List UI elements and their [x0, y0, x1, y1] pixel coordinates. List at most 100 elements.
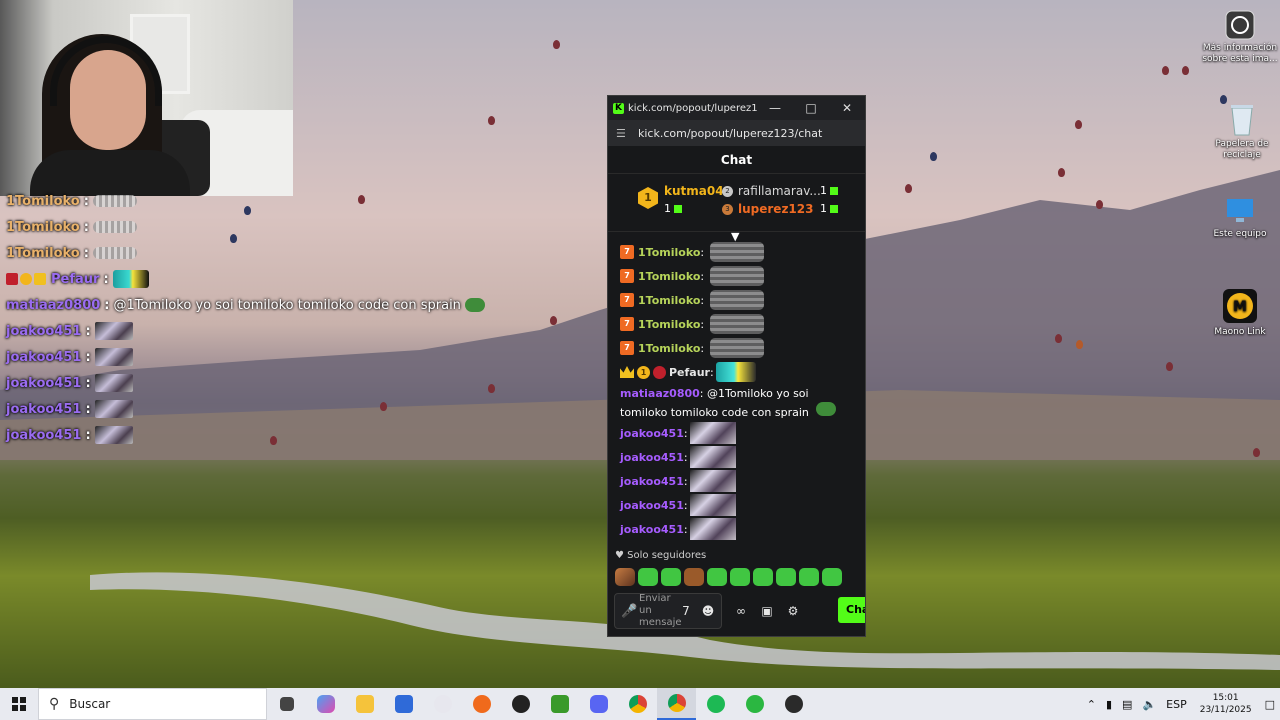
leaderboard-name[interactable]: rafillamarav... [738, 184, 821, 198]
app-icon[interactable] [462, 688, 501, 720]
address-bar[interactable]: ☰ kick.com/popout/luperez123/chat [608, 120, 865, 146]
minimize-icon[interactable]: — [757, 101, 793, 115]
network-icon[interactable]: ▤ [1117, 698, 1137, 711]
chat-message[interactable]: joakoo451 : [608, 493, 865, 517]
chat-username[interactable]: joakoo451 [620, 427, 684, 440]
balloon [488, 384, 495, 393]
chevron-up-icon[interactable]: ⌃ [1082, 698, 1101, 711]
kick-emotes-icon[interactable]: ∞ [728, 604, 754, 618]
desktop-icon-this-pc[interactable]: Este equipo [1200, 196, 1280, 240]
address-url[interactable]: kick.com/popout/luperez123/chat [638, 127, 822, 140]
send-chat-button[interactable]: Chat [838, 597, 865, 623]
emote-button[interactable] [661, 568, 681, 586]
rank-2-badge: 2 [722, 186, 733, 197]
emote-button[interactable] [799, 568, 819, 586]
search-placeholder[interactable]: Buscar [69, 697, 110, 711]
notifications-icon[interactable]: □ [1260, 698, 1280, 711]
chat-message[interactable]: 1 Pefaur : [608, 360, 865, 384]
badge-icon [6, 273, 18, 285]
whatsapp-icon[interactable] [735, 688, 774, 720]
balloon [553, 40, 560, 49]
chat-message[interactable]: 7 1Tomiloko : [608, 288, 865, 312]
maximize-icon[interactable]: □ [793, 101, 829, 115]
chat-input-placeholder[interactable]: Enviar un mensaje [639, 593, 682, 629]
balloon [488, 116, 495, 125]
chat-username[interactable]: 1Tomiloko [638, 318, 700, 331]
overlay-chat-row: 1Tomiloko : [6, 240, 486, 266]
chat-username[interactable]: joakoo451 [620, 499, 684, 512]
chat-message[interactable]: 7 1Tomiloko : [608, 264, 865, 288]
chat-username[interactable]: joakoo451 [620, 475, 684, 488]
word-icon[interactable] [423, 688, 462, 720]
crown-icon [620, 366, 634, 378]
discord-icon[interactable] [579, 688, 618, 720]
site-settings-icon[interactable]: ☰ [616, 127, 630, 140]
chat-username[interactable]: 1Tomiloko [638, 342, 700, 355]
kick-chat-popout-window[interactable]: K kick.com/popout/luperez12... — □ ✕ ☰ k… [607, 95, 866, 637]
7tv-emote-picker-icon[interactable]: 7 [675, 604, 697, 618]
taskbar-search[interactable]: ⚲ Buscar [38, 688, 267, 720]
chat-message[interactable]: matiaaz0800: @1Tomiloko yo soi tomiloko … [608, 384, 865, 421]
app-icon[interactable] [774, 688, 813, 720]
chat-username[interactable]: 1Tomiloko [638, 246, 700, 259]
chat-message[interactable]: 7 1Tomiloko : [608, 312, 865, 336]
chrome-active-icon[interactable] [657, 688, 696, 720]
desktop-icon-recycle-bin[interactable]: Papelera de reciclaje [1202, 102, 1280, 161]
file-explorer-icon[interactable] [345, 688, 384, 720]
copilot-icon[interactable] [306, 688, 345, 720]
leaderboard-name[interactable]: kutma04 [664, 184, 724, 198]
chat-username[interactable]: 1Tomiloko [638, 270, 700, 283]
chat-message[interactable]: joakoo451 : [608, 469, 865, 493]
chat-message-list[interactable]: 7 1Tomiloko : 7 1Tomiloko : 7 1Tomiloko … [608, 240, 865, 541]
emote-button[interactable] [707, 568, 727, 586]
balloon [1076, 340, 1083, 349]
pepe-emote [816, 402, 837, 416]
chat-input[interactable]: 🎤 Enviar un mensaje 7 ☻ [614, 593, 722, 629]
microphone-icon[interactable]: 🎤 [621, 604, 639, 619]
emote-button[interactable] [776, 568, 796, 586]
emoji-icon[interactable]: ☻ [697, 604, 719, 618]
chat-username[interactable]: 1Tomiloko [638, 294, 700, 307]
emote-button[interactable] [730, 568, 750, 586]
obs-icon[interactable] [501, 688, 540, 720]
microsoft-store-icon[interactable] [384, 688, 423, 720]
desktop-icon-image-info[interactable]: Más información sobre esta ima... [1200, 10, 1280, 65]
chat-colon: : [683, 426, 688, 440]
battery-icon[interactable]: ▮ [1101, 698, 1117, 711]
chat-message[interactable]: joakoo451 : [608, 517, 865, 541]
chat-username[interactable]: Pefaur [669, 366, 710, 379]
task-view-icon[interactable] [267, 688, 306, 720]
clock[interactable]: 15:01 23/11/2025 [1192, 692, 1260, 716]
emote-button[interactable] [753, 568, 773, 586]
volume-icon[interactable]: 🔈 [1137, 698, 1161, 711]
emote-button[interactable] [684, 568, 704, 586]
chat-username[interactable]: joakoo451 [620, 523, 684, 536]
recycle-bin-icon [1231, 105, 1253, 136]
chat-message[interactable]: joakoo451 : [608, 445, 865, 469]
emote-blur [710, 290, 765, 310]
emote-button[interactable] [822, 568, 842, 586]
badge-7tv-icon: 7 [620, 317, 634, 331]
desktop-icon-maono-link[interactable]: M Maono Link [1200, 288, 1280, 338]
chat-message[interactable]: 7 1Tomiloko : [608, 240, 865, 264]
close-icon[interactable]: ✕ [829, 101, 865, 115]
minecraft-icon[interactable] [540, 688, 579, 720]
spotify-icon[interactable] [696, 688, 735, 720]
start-button[interactable] [0, 688, 38, 720]
settings-icon[interactable]: ⚙ [780, 604, 806, 618]
chrome-icon[interactable] [618, 688, 657, 720]
chat-username[interactable]: joakoo451 [620, 451, 684, 464]
overlay-separator: : [85, 401, 91, 417]
badge-7tv-icon: 7 [620, 341, 634, 355]
chat-message[interactable]: 7 1Tomiloko : [608, 336, 865, 360]
leaderboard-name[interactable]: luperez123 [738, 202, 813, 216]
emote-button[interactable] [615, 568, 635, 586]
language-indicator[interactable]: ESP [1161, 698, 1192, 711]
store-icon[interactable]: ▣ [754, 604, 780, 618]
emote-button[interactable] [638, 568, 658, 586]
chat-message[interactable]: joakoo451 : [608, 421, 865, 445]
chat-username[interactable]: matiaaz0800 [620, 387, 700, 400]
emote-blur [710, 266, 765, 286]
window-titlebar[interactable]: K kick.com/popout/luperez12... — □ ✕ [608, 96, 865, 120]
chat-colon: : [683, 474, 688, 488]
